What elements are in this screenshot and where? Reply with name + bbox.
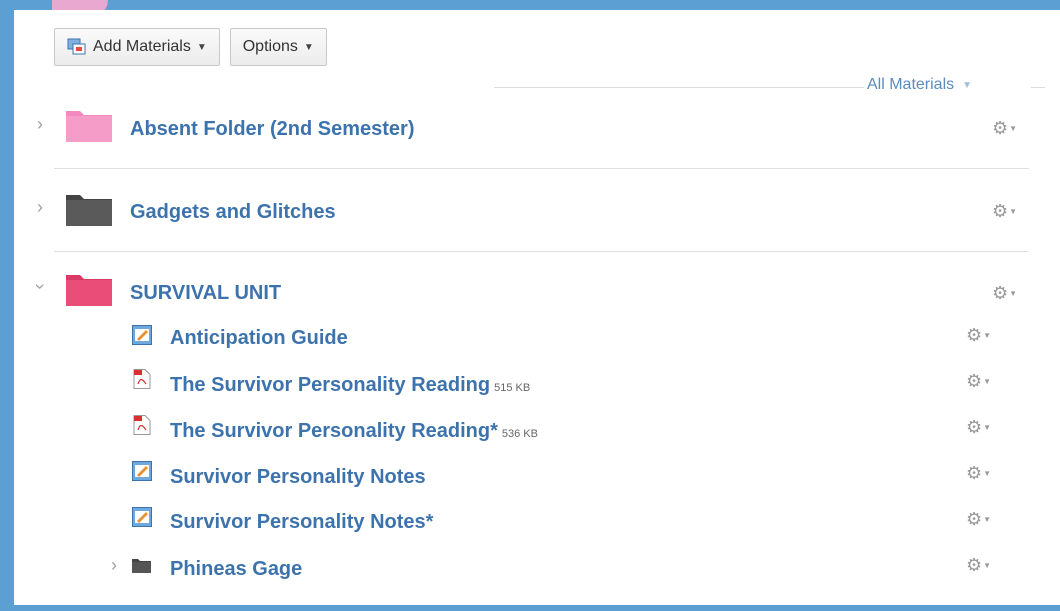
caret-down-icon: ▼: [303, 41, 314, 53]
folder-icon: [132, 559, 151, 573]
file-size: 515 KB: [494, 382, 531, 394]
expand-chevron-icon[interactable]: ›: [30, 114, 50, 135]
material-title-text: The Survivor Personality Reading*: [170, 420, 498, 442]
caret-down-icon: ▼: [196, 41, 207, 53]
folder-title[interactable]: SURVIVAL UNIT: [130, 282, 281, 305]
material-title[interactable]: The Survivor Personality Reading 515 KB: [170, 374, 530, 397]
material-title[interactable]: The Survivor Personality Reading* 536 KB: [170, 420, 538, 443]
material-title[interactable]: Phineas Gage: [170, 558, 302, 581]
pdf-icon: [133, 369, 151, 389]
gear-icon[interactable]: ⚙ ▼: [966, 556, 991, 574]
divider: [1031, 87, 1045, 88]
divider: [54, 251, 1029, 252]
add-materials-icon: [67, 38, 86, 55]
material-title[interactable]: Anticipation Guide: [170, 327, 348, 350]
expand-chevron-icon[interactable]: ›: [104, 555, 124, 576]
material-title-text: The Survivor Personality Reading: [170, 374, 491, 396]
divider: [494, 87, 864, 88]
folder-icon: [66, 275, 112, 306]
gear-icon[interactable]: ⚙ ▼: [992, 202, 1017, 220]
options-button[interactable]: Options ▼: [229, 28, 327, 66]
options-label: Options: [242, 38, 298, 55]
collapse-chevron-icon[interactable]: ›: [30, 277, 51, 297]
material-title[interactable]: Survivor Personality Notes*: [170, 511, 433, 534]
toolbar: Add Materials ▼ Options ▼: [54, 28, 327, 66]
folder-title[interactable]: Gadgets and Glitches: [130, 201, 336, 224]
folder-icon: [66, 195, 112, 226]
all-materials-label: All Materials: [867, 76, 955, 93]
file-size: 536 KB: [501, 428, 538, 440]
folder-icon: [66, 111, 112, 142]
add-materials-button[interactable]: Add Materials ▼: [54, 28, 220, 66]
gear-icon[interactable]: ⚙ ▼: [966, 372, 991, 390]
gear-icon[interactable]: ⚙ ▼: [966, 418, 991, 436]
gear-icon[interactable]: ⚙ ▼: [992, 119, 1017, 137]
divider: [54, 168, 1029, 169]
gear-icon[interactable]: ⚙ ▼: [966, 326, 991, 344]
pdf-icon: [133, 415, 151, 435]
caret-down-icon: ▼: [962, 79, 973, 91]
material-title[interactable]: Survivor Personality Notes: [170, 466, 426, 489]
all-materials-filter[interactable]: All Materials ▼: [867, 76, 972, 94]
assignment-icon: [132, 461, 152, 481]
folder-title[interactable]: Absent Folder (2nd Semester): [130, 118, 415, 141]
gear-icon[interactable]: ⚙ ▼: [966, 464, 991, 482]
add-materials-label: Add Materials: [93, 38, 191, 55]
materials-panel: Add Materials ▼ Options ▼ All Materials …: [14, 10, 1060, 605]
assignment-icon: [132, 325, 152, 345]
expand-chevron-icon[interactable]: ›: [30, 197, 50, 218]
assignment-icon: [132, 507, 152, 527]
gear-icon[interactable]: ⚙ ▼: [966, 510, 991, 528]
gear-icon[interactable]: ⚙ ▼: [992, 284, 1017, 302]
